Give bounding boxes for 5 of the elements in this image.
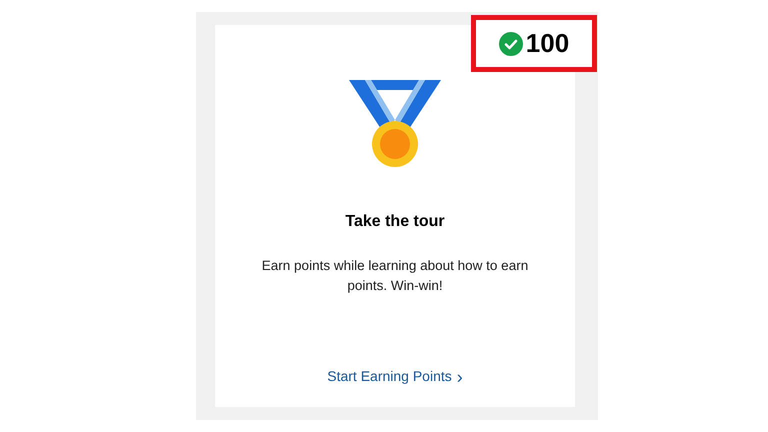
start-earning-link[interactable]: Start Earning Points › [327, 366, 463, 387]
card-description: Earn points while learning about how to earn points. Win-win! [260, 257, 530, 295]
points-value: 100 [526, 27, 570, 60]
card-title: Take the tour [345, 212, 445, 232]
medal-icon [349, 80, 441, 168]
